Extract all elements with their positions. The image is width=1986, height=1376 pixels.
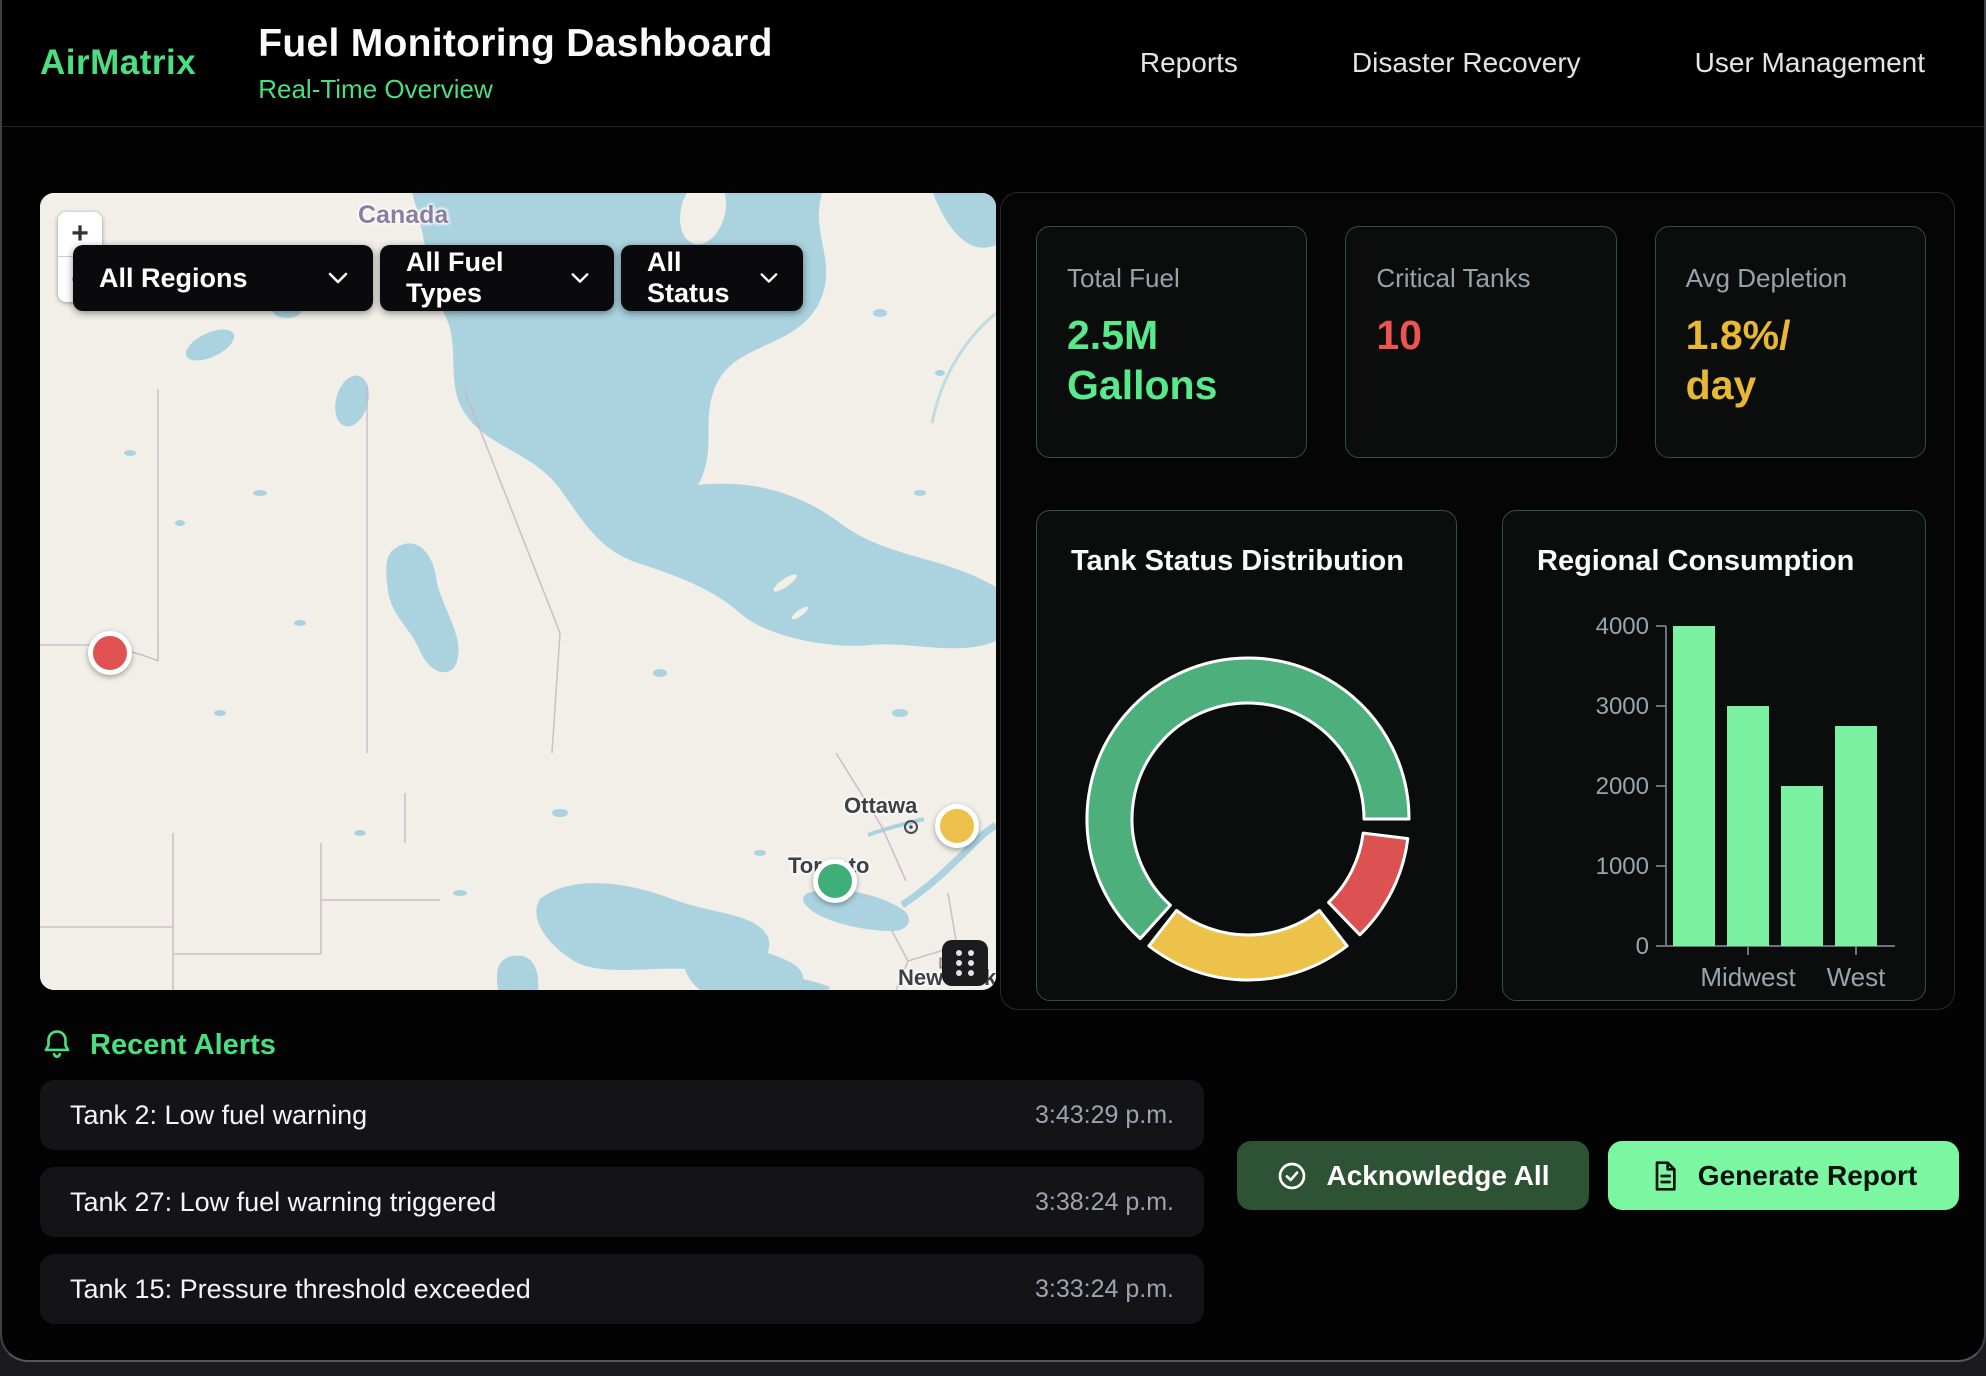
alert-row[interactable]: Tank 27: Low fuel warning triggered 3:38:… bbox=[40, 1167, 1204, 1237]
acknowledge-all-button[interactable]: Acknowledge All bbox=[1237, 1141, 1589, 1210]
y-tick-label: 1000 bbox=[1596, 853, 1649, 880]
filter-value: All Regions bbox=[99, 263, 248, 294]
stat-label: Avg Depletion bbox=[1686, 263, 1895, 294]
filter-select-all-regions[interactable]: All Regions bbox=[73, 245, 373, 311]
x-tick-label: West bbox=[1827, 962, 1887, 992]
filter-value: All Fuel Types bbox=[406, 247, 570, 309]
stat-label: Critical Tanks bbox=[1376, 263, 1585, 294]
resize-handle[interactable] bbox=[942, 940, 988, 986]
bar-region-1[interactable] bbox=[1673, 626, 1715, 946]
generate-report-button[interactable]: Generate Report bbox=[1608, 1141, 1959, 1210]
main-nav: Reports Disaster Recovery User Management bbox=[1140, 47, 1925, 79]
tank-status-card: Tank Status Distribution bbox=[1036, 510, 1457, 1001]
map-city-label-ottawa: Ottawa bbox=[844, 793, 917, 819]
alert-text: Tank 15: Pressure threshold exceeded bbox=[70, 1274, 531, 1305]
stat-value: 10 bbox=[1376, 310, 1536, 360]
tank-marker-normal[interactable] bbox=[813, 859, 857, 903]
y-tick-label: 4000 bbox=[1596, 613, 1649, 640]
brand-logo: AirMatrix bbox=[40, 43, 196, 83]
stat-card-critical-tanks: Critical Tanks 10 bbox=[1345, 226, 1616, 458]
drag-dots-icon bbox=[952, 946, 978, 980]
overview-panel: Total Fuel 2.5M Gallons Critical Tanks 10 Av… bbox=[1000, 192, 1955, 1010]
tank-marker-critical[interactable] bbox=[88, 631, 132, 675]
nav-item-reports[interactable]: Reports bbox=[1140, 47, 1238, 79]
stat-value: 1.8%/ day bbox=[1686, 310, 1846, 411]
alert-time: 3:38:24 p.m. bbox=[1035, 1188, 1174, 1217]
regional-consumption-bar-chart[interactable]: 0 1000 2000 3000 4000 Midwest West bbox=[1503, 511, 1928, 1002]
chevron-down-icon bbox=[570, 271, 590, 285]
nav-item-user-management[interactable]: User Management bbox=[1695, 47, 1925, 79]
title-block: Fuel Monitoring Dashboard Real-Time Over… bbox=[258, 22, 772, 105]
alert-text: Tank 27: Low fuel warning triggered bbox=[70, 1187, 496, 1218]
alert-list: Tank 2: Low fuel warning3:43:29 p.m.Tank… bbox=[40, 1080, 1204, 1341]
regional-consumption-card: Regional Consumption 01000200030004000Mi… bbox=[1502, 510, 1926, 1001]
header: AirMatrix Fuel Monitoring Dashboard Real… bbox=[2, 0, 1984, 127]
alert-time: 3:33:24 p.m. bbox=[1035, 1275, 1174, 1304]
town-icon bbox=[903, 819, 919, 835]
y-tick-label: 2000 bbox=[1596, 773, 1649, 800]
recent-alerts-title: Recent Alerts bbox=[90, 1029, 276, 1062]
page-subtitle: Real-Time Overview bbox=[258, 74, 772, 105]
y-tick-label: 0 bbox=[1636, 933, 1649, 960]
acknowledge-all-label: Acknowledge All bbox=[1326, 1160, 1549, 1192]
check-circle-icon bbox=[1276, 1160, 1308, 1192]
tank-status-donut-chart[interactable] bbox=[1037, 511, 1459, 1002]
stat-label: Total Fuel bbox=[1067, 263, 1276, 294]
generate-report-label: Generate Report bbox=[1698, 1160, 1917, 1192]
filter-select-all-status[interactable]: All Status bbox=[621, 245, 803, 311]
bell-icon bbox=[40, 1028, 74, 1062]
stat-card-avg-depletion: Avg Depletion 1.8%/ day bbox=[1655, 226, 1926, 458]
alert-row[interactable]: Tank 2: Low fuel warning 3:43:29 p.m. bbox=[40, 1080, 1204, 1150]
chevron-down-icon bbox=[327, 271, 349, 285]
chevron-down-icon bbox=[759, 271, 779, 285]
tank-marker-warning[interactable] bbox=[935, 804, 979, 848]
alert-row[interactable]: Tank 15: Pressure threshold exceeded 3:33… bbox=[40, 1254, 1204, 1324]
x-tick-label: Midwest bbox=[1700, 962, 1796, 992]
alert-time: 3:43:29 p.m. bbox=[1035, 1101, 1174, 1130]
page-title: Fuel Monitoring Dashboard bbox=[258, 22, 772, 66]
app-window: AirMatrix Fuel Monitoring Dashboard Real… bbox=[0, 0, 1986, 1362]
stat-card-total-fuel: Total Fuel 2.5M Gallons bbox=[1036, 226, 1307, 458]
stat-value: 2.5M Gallons bbox=[1067, 310, 1227, 411]
bar-west[interactable] bbox=[1835, 726, 1877, 946]
stat-cards: Total Fuel 2.5M Gallons Critical Tanks 10 Av… bbox=[1036, 226, 1926, 458]
alert-text: Tank 2: Low fuel warning bbox=[70, 1100, 367, 1131]
nav-item-disaster-recovery[interactable]: Disaster Recovery bbox=[1352, 47, 1581, 79]
bar-region-3[interactable] bbox=[1781, 786, 1823, 946]
filter-value: All Status bbox=[647, 247, 759, 309]
donut-segment-critical[interactable] bbox=[1329, 833, 1408, 935]
document-icon bbox=[1650, 1160, 1680, 1192]
donut-segment-warning[interactable] bbox=[1149, 910, 1347, 980]
map-canvas[interactable]: Canada Ottawa Toronto New York + − All R… bbox=[40, 193, 996, 990]
charts-row: Tank Status Distribution Regional Consum… bbox=[1036, 510, 1926, 1001]
map-country-label: Canada bbox=[358, 201, 448, 230]
map-filters: All Regions All Fuel Types All Status bbox=[73, 245, 803, 311]
bar-midwest[interactable] bbox=[1727, 706, 1769, 946]
filter-select-all-fuel-types[interactable]: All Fuel Types bbox=[380, 245, 614, 311]
recent-alerts-heading: Recent Alerts bbox=[40, 1028, 276, 1062]
y-tick-label: 3000 bbox=[1596, 693, 1649, 720]
